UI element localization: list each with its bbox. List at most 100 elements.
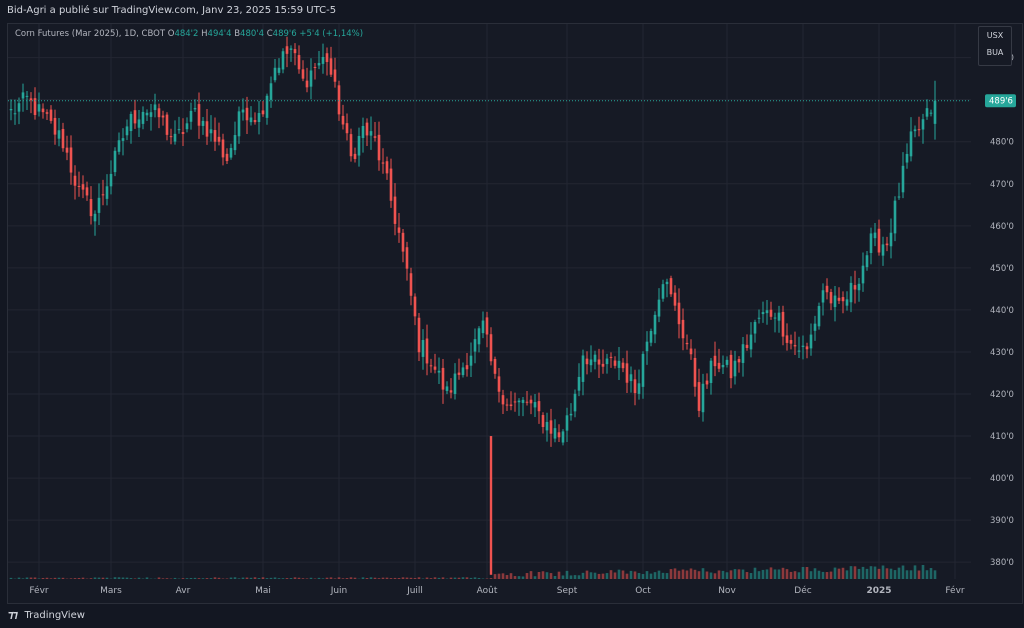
volume-bar bbox=[505, 575, 509, 579]
candle-body bbox=[265, 95, 269, 118]
volume-bar bbox=[213, 577, 217, 579]
candle-body bbox=[133, 110, 137, 124]
volume-bar bbox=[573, 575, 577, 579]
volume-bar bbox=[409, 577, 413, 579]
candle-body bbox=[213, 130, 217, 142]
candle-body bbox=[461, 367, 465, 376]
candle-body bbox=[209, 129, 213, 134]
candle-body bbox=[785, 335, 789, 343]
y-tick-label: 420'0 bbox=[990, 390, 1014, 400]
volume-bar bbox=[549, 573, 553, 579]
candle-body bbox=[501, 395, 505, 405]
volume-bar bbox=[209, 578, 213, 579]
symbol-name: Corn Futures (Mar 2025), 1D, CBOT bbox=[15, 29, 166, 39]
candle-body bbox=[309, 70, 313, 87]
volume-bar bbox=[417, 577, 421, 579]
candle-body bbox=[829, 292, 833, 304]
volume-bar bbox=[593, 572, 597, 579]
candle-body bbox=[217, 136, 221, 142]
volume-bar bbox=[257, 578, 261, 579]
candle-body bbox=[237, 111, 241, 137]
candle-body bbox=[417, 317, 421, 353]
volume-bar bbox=[801, 566, 805, 579]
chart-panel[interactable]: 500'0490'0480'0470'0460'0450'0440'0430'0… bbox=[7, 23, 1023, 604]
volume-bar bbox=[773, 569, 777, 579]
volume-bar bbox=[625, 573, 629, 579]
candle-body bbox=[473, 339, 477, 352]
attribution-text: Bid-Agri a publié sur TradingView.com, J… bbox=[7, 5, 337, 16]
volume-bar bbox=[673, 568, 677, 579]
volume-bar bbox=[217, 577, 221, 579]
volume-bar bbox=[497, 573, 501, 579]
volume-bar bbox=[645, 571, 649, 579]
candle-body bbox=[777, 312, 781, 321]
candle-body bbox=[453, 373, 457, 394]
currency-unit-box[interactable]: USX BUA bbox=[978, 26, 1012, 66]
candle-body bbox=[737, 359, 741, 363]
candle-body bbox=[689, 348, 693, 355]
volume-bar bbox=[881, 565, 885, 579]
volume-bar bbox=[433, 577, 437, 579]
candle-body bbox=[157, 108, 161, 118]
volume-bar bbox=[661, 572, 665, 579]
candle-body bbox=[897, 196, 901, 198]
volume-bar bbox=[361, 577, 365, 579]
candle-body bbox=[337, 85, 341, 115]
volume-bar bbox=[101, 577, 105, 579]
candle-body bbox=[757, 317, 761, 319]
volume-bar bbox=[633, 571, 637, 579]
candle-body bbox=[509, 404, 513, 407]
y-tick-label: 440'0 bbox=[990, 306, 1014, 316]
volume-bar bbox=[769, 567, 773, 579]
volume-bar bbox=[385, 577, 389, 579]
volume-bar bbox=[453, 577, 457, 579]
volume-bar bbox=[817, 570, 821, 579]
candle-body bbox=[665, 281, 669, 285]
volume-bar bbox=[877, 568, 881, 579]
candle-body bbox=[705, 380, 709, 385]
candle-body bbox=[761, 312, 765, 315]
volume-bar bbox=[889, 568, 893, 579]
candle-body bbox=[753, 321, 757, 334]
price-chart[interactable]: 500'0490'0480'0470'0460'0450'0440'0430'0… bbox=[8, 24, 1022, 603]
volume-bar bbox=[277, 578, 281, 579]
candle-body bbox=[437, 370, 441, 373]
candle-body bbox=[837, 297, 841, 301]
candle-body bbox=[549, 420, 553, 434]
volume-bar bbox=[525, 573, 529, 579]
volume-bar bbox=[25, 577, 29, 579]
candle-body bbox=[825, 285, 829, 293]
candle-body bbox=[365, 122, 369, 136]
candle-body bbox=[229, 148, 233, 158]
candle-body bbox=[793, 345, 797, 347]
candle-body bbox=[233, 135, 237, 151]
volume-bar bbox=[89, 578, 93, 579]
candle-body bbox=[805, 346, 809, 350]
candle-body bbox=[225, 153, 229, 162]
candle-body bbox=[105, 186, 109, 199]
volume-bar bbox=[389, 578, 393, 579]
candle-body bbox=[913, 129, 917, 132]
volume-bar bbox=[913, 565, 917, 579]
volume-bar bbox=[9, 577, 13, 579]
volume-bar bbox=[237, 578, 241, 579]
candle-body bbox=[489, 334, 493, 362]
candle-body bbox=[329, 58, 333, 75]
candle-body bbox=[61, 128, 65, 149]
open-value: 484'2 bbox=[174, 29, 199, 39]
candle-body bbox=[801, 345, 805, 347]
volume-bar bbox=[725, 572, 729, 579]
candle-body bbox=[517, 400, 521, 403]
candle-body bbox=[917, 129, 921, 131]
candle-body bbox=[657, 299, 661, 317]
candle-body bbox=[73, 175, 77, 186]
volume-bar bbox=[341, 578, 345, 579]
volume-bar bbox=[697, 571, 701, 579]
volume-bar bbox=[377, 578, 381, 579]
candle-body bbox=[357, 135, 361, 156]
volume-bar bbox=[641, 574, 645, 579]
volume-bar bbox=[49, 578, 53, 579]
candle-body bbox=[397, 227, 401, 233]
volume-bar bbox=[41, 577, 45, 579]
candle-body bbox=[693, 357, 697, 387]
